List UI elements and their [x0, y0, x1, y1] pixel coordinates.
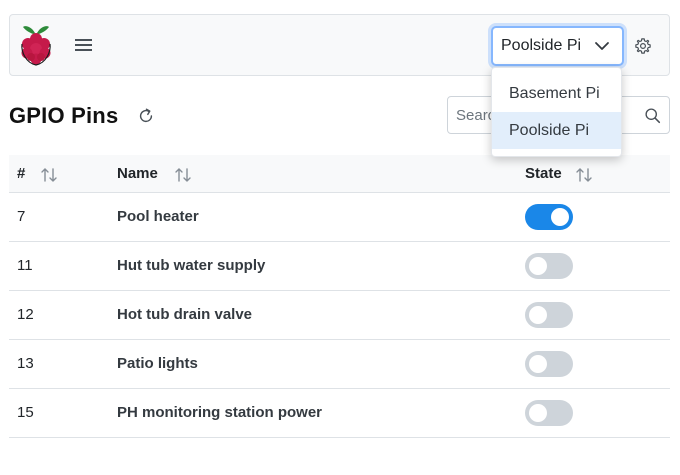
pin-name: Pool heater: [117, 208, 199, 225]
hamburger-icon[interactable]: [70, 34, 96, 56]
refresh-icon[interactable]: [137, 107, 155, 125]
state-toggle[interactable]: [525, 302, 573, 328]
state-toggle[interactable]: [525, 400, 573, 426]
page-title: GPIO Pins: [9, 103, 119, 128]
toggle-knob: [529, 404, 547, 422]
column-header-state[interactable]: State: [525, 155, 562, 193]
toggle-knob: [529, 257, 547, 275]
device-dropdown-menu: Basement Pi Poolside Pi: [491, 67, 622, 157]
sort-icon[interactable]: [174, 166, 192, 184]
toggle-knob: [529, 355, 547, 373]
sort-icon[interactable]: [575, 166, 593, 184]
table-row: 13 Patio lights: [9, 340, 670, 389]
pin-number: 13: [17, 355, 34, 372]
sort-icon[interactable]: [40, 166, 58, 184]
pin-number: 11: [17, 257, 33, 274]
device-select[interactable]: Poolside Pi: [491, 26, 624, 66]
device-option-poolside[interactable]: Poolside Pi: [492, 112, 621, 149]
raspberry-pi-logo[interactable]: [18, 22, 54, 66]
column-header-number[interactable]: #: [17, 155, 25, 193]
gear-icon[interactable]: [634, 37, 652, 55]
pin-number: 7: [17, 208, 26, 225]
table-row: 12 Hot tub drain valve: [9, 291, 670, 340]
state-toggle[interactable]: [525, 351, 573, 377]
toggle-knob: [529, 306, 547, 324]
state-toggle[interactable]: [525, 204, 573, 230]
pin-name: Hut tub water supply: [117, 257, 266, 274]
pin-name: Patio lights: [117, 355, 198, 372]
chevron-down-icon: [595, 42, 609, 50]
toggle-knob: [551, 208, 569, 226]
search-icon[interactable]: [644, 107, 661, 124]
state-toggle[interactable]: [525, 253, 573, 279]
device-select-value: Poolside Pi: [501, 37, 582, 54]
table-header: # Name State: [9, 155, 670, 193]
pin-number: 15: [17, 404, 34, 421]
column-header-name[interactable]: Name: [117, 155, 158, 193]
table-row: 7 Pool heater: [9, 193, 670, 242]
pin-number: 12: [17, 306, 34, 323]
table-row: 11 Hut tub water supply: [9, 242, 670, 291]
pin-name: PH monitoring station power: [117, 404, 322, 421]
pin-name: Hot tub drain valve: [117, 306, 253, 323]
device-option-basement[interactable]: Basement Pi: [492, 75, 621, 112]
table-row: 15 PH monitoring station power: [9, 389, 670, 438]
